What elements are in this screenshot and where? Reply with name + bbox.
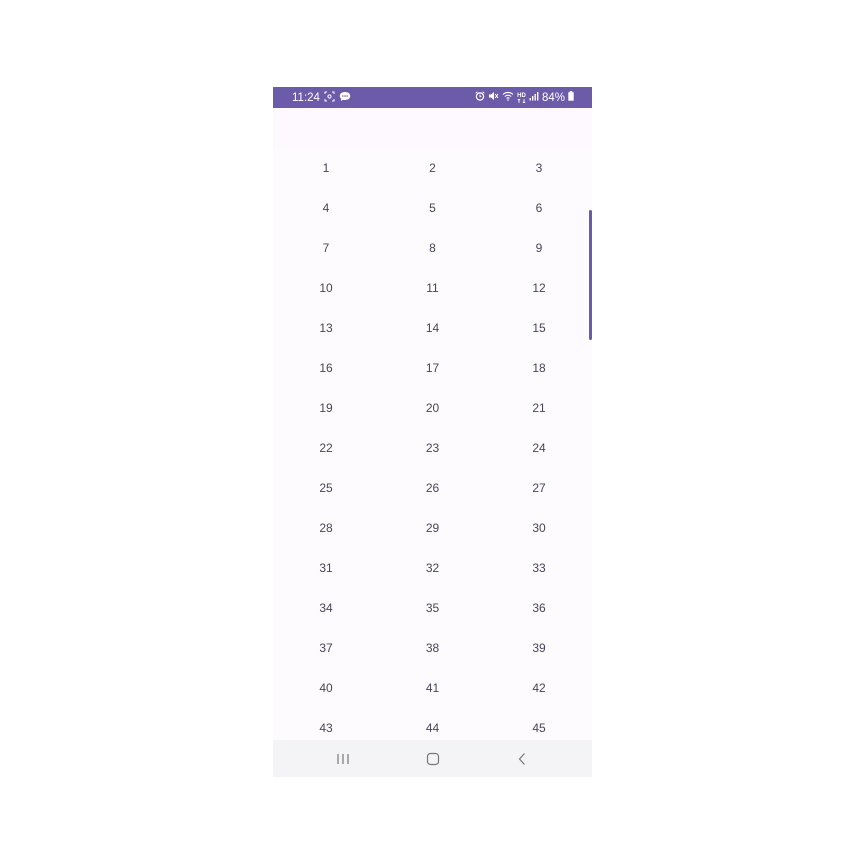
grid-item[interactable]: 8 [379,228,486,268]
recent-apps-button[interactable] [323,740,363,777]
grid-item[interactable]: 42 [486,668,592,708]
grid-item[interactable]: 32 [379,548,486,588]
grid-item[interactable]: 37 [273,628,379,668]
grid-item[interactable]: 16 [273,348,379,388]
battery-percent: 84% [541,91,565,104]
number-grid-scroll[interactable]: 1 2 3 4 5 6 7 8 9 10 11 12 13 14 15 16 17 18 19 20 21 22 23 24 2… [273,148,592,740]
grid-item[interactable]: 9 [486,228,592,268]
network-type: HD [517,93,526,103]
grid-item[interactable]: 7 [273,228,379,268]
grid-item[interactable]: 40 [273,668,379,708]
app-bar [273,108,592,148]
grid-item[interactable]: 36 [486,588,592,628]
grid-item[interactable]: 34 [273,588,379,628]
grid-item[interactable]: 19 [273,388,379,428]
scrollbar-thumb[interactable] [589,210,592,340]
grid-item[interactable]: 18 [486,348,592,388]
grid-item[interactable]: 39 [486,628,592,668]
chat-bubble-icon [339,91,351,105]
grid-item[interactable]: 13 [273,308,379,348]
data-arrows-icon [517,98,526,103]
grid-item[interactable]: 41 [379,668,486,708]
grid-item[interactable]: 31 [273,548,379,588]
screenshot-icon [324,91,335,105]
grid-item[interactable]: 14 [379,308,486,348]
recent-apps-icon [337,753,349,764]
grid-item[interactable]: 11 [379,268,486,308]
grid-item[interactable]: 43 [273,708,379,740]
grid-item[interactable]: 22 [273,428,379,468]
back-icon [518,752,525,765]
grid-item[interactable]: 38 [379,628,486,668]
back-button[interactable] [502,740,542,777]
grid-item[interactable]: 3 [486,148,592,188]
navigation-bar [273,740,592,777]
grid-item[interactable]: 10 [273,268,379,308]
grid-item[interactable]: 26 [379,468,486,508]
grid-item[interactable]: 1 [273,148,379,188]
grid-item[interactable]: 17 [379,348,486,388]
status-time: 11:24 [292,91,320,104]
grid-item[interactable]: 27 [486,468,592,508]
grid-item[interactable]: 4 [273,188,379,228]
home-button[interactable] [413,740,453,777]
grid-item[interactable]: 24 [486,428,592,468]
number-grid: 1 2 3 4 5 6 7 8 9 10 11 12 13 14 15 16 17 18 19 20 21 22 23 24 2… [273,148,592,740]
grid-item[interactable]: 44 [379,708,486,740]
signal-icon [529,91,539,104]
grid-item[interactable]: 25 [273,468,379,508]
alarm-icon [475,91,485,104]
grid-item[interactable]: 6 [486,188,592,228]
grid-item[interactable]: 12 [486,268,592,308]
status-bar: 11:24 HD 84% [273,87,592,108]
battery-icon [568,91,574,104]
grid-item[interactable]: 15 [486,308,592,348]
grid-item[interactable]: 33 [486,548,592,588]
grid-item[interactable]: 35 [379,588,486,628]
wifi-icon [502,91,514,104]
grid-item[interactable]: 23 [379,428,486,468]
grid-item[interactable]: 29 [379,508,486,548]
grid-item[interactable]: 21 [486,388,592,428]
grid-item[interactable]: 28 [273,508,379,548]
home-icon [426,752,440,765]
grid-item[interactable]: 2 [379,148,486,188]
phone-screen: 11:24 HD 84% 1 2 3 4 5 6 7 8 9 10 11 12 … [273,87,592,777]
grid-item[interactable]: 30 [486,508,592,548]
grid-item[interactable]: 20 [379,388,486,428]
grid-item[interactable]: 5 [379,188,486,228]
grid-item[interactable]: 45 [486,708,592,740]
mute-icon [488,91,499,104]
